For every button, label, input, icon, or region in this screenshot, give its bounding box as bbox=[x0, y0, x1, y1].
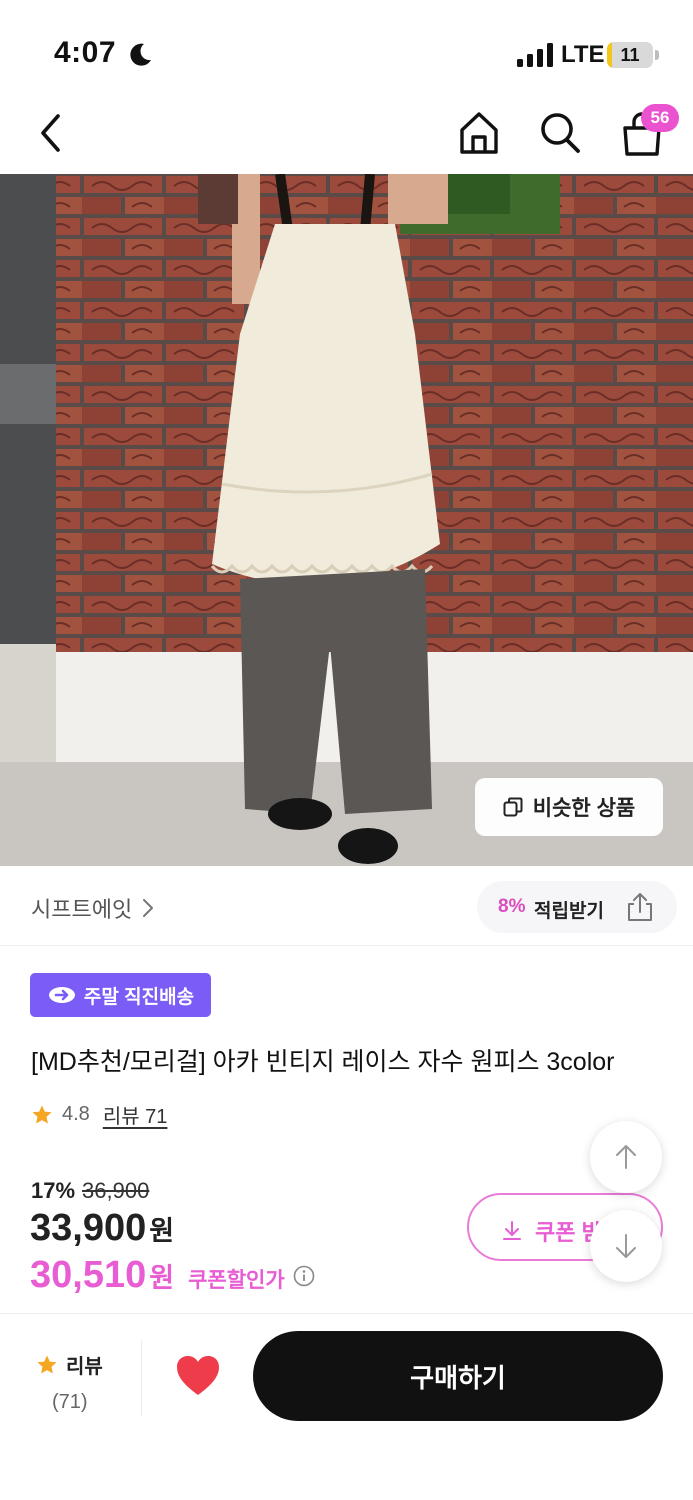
status-time: 4:07 bbox=[54, 36, 117, 69]
product-image[interactable] bbox=[0, 174, 693, 866]
points-label: 적립받기 bbox=[534, 901, 604, 922]
sale-price-unit: 원 bbox=[149, 1216, 175, 1246]
points-pill[interactable]: 8% 적립받기 bbox=[477, 881, 677, 933]
star-icon bbox=[37, 1355, 57, 1373]
rating-score: 4.8 bbox=[62, 1103, 90, 1125]
chevron-right-icon bbox=[143, 899, 154, 917]
download-icon bbox=[503, 1221, 521, 1240]
delivery-arrow-icon bbox=[48, 987, 75, 1003]
brand-link[interactable]: 시프트에잇 bbox=[31, 892, 154, 924]
original-price: 36,900 bbox=[82, 1178, 150, 1203]
rating-row: 4.8 리뷰 71 bbox=[31, 1100, 167, 1129]
moon-icon bbox=[130, 43, 151, 66]
review-tab-count: (71) bbox=[52, 1391, 88, 1413]
coupon-price-label: 쿠폰할인가 bbox=[188, 1269, 285, 1292]
share-icon[interactable] bbox=[625, 892, 655, 922]
network-type: LTE bbox=[561, 41, 605, 68]
info-icon[interactable] bbox=[293, 1265, 315, 1287]
top-nav bbox=[0, 100, 693, 174]
home-icon[interactable] bbox=[458, 110, 500, 156]
brand-row: 시프트에잇 8% 적립받기 bbox=[0, 866, 693, 946]
status-bar: 4:07 LTE 11 bbox=[0, 0, 693, 100]
review-tab-label: 리뷰 bbox=[66, 1356, 103, 1378]
heart-icon[interactable] bbox=[175, 1354, 221, 1398]
back-arrow-icon[interactable] bbox=[34, 112, 68, 154]
delivery-badge-label: 주말 직진배송 bbox=[83, 986, 195, 1008]
battery-level: 11 bbox=[620, 45, 640, 65]
signal-icon bbox=[517, 43, 553, 67]
battery-icon: 11 bbox=[607, 42, 659, 68]
discount-percent: 17% bbox=[31, 1178, 76, 1203]
discount-line: 17% 36,900 bbox=[31, 1178, 149, 1204]
arrow-up-icon bbox=[616, 1145, 636, 1169]
copy-icon bbox=[503, 797, 523, 817]
cart-count-badge: 56 bbox=[641, 104, 679, 132]
product-title: [MD추천/모리걸] 아카 빈티지 레이스 자수 원피스 3color bbox=[31, 1048, 615, 1076]
product-photo bbox=[0, 174, 693, 866]
sale-price-value: 33,900 bbox=[30, 1207, 147, 1249]
bottom-action-bar: 리뷰 (71) 구매하기 bbox=[0, 1313, 693, 1500]
search-icon[interactable] bbox=[539, 111, 581, 155]
brand-name: 시프트에잇 bbox=[31, 897, 133, 922]
divider bbox=[141, 1340, 142, 1416]
scroll-bottom-button[interactable] bbox=[590, 1210, 662, 1282]
delivery-badge: 주말 직진배송 bbox=[30, 973, 211, 1017]
buy-button[interactable]: 구매하기 bbox=[253, 1331, 663, 1421]
similar-products-label: 비슷한 상품 bbox=[532, 797, 636, 820]
similar-products-button[interactable]: 비슷한 상품 bbox=[475, 778, 663, 836]
points-percent: 8% bbox=[498, 896, 526, 917]
coupon-price: 30,510 원 쿠폰할인가 bbox=[30, 1254, 315, 1297]
coupon-price-value: 30,510 bbox=[30, 1254, 147, 1296]
sale-price: 33,900 원 bbox=[30, 1207, 174, 1250]
review-tab[interactable]: 리뷰 (71) bbox=[36, 1350, 116, 1414]
review-link[interactable]: 리뷰 71 bbox=[103, 1100, 168, 1129]
scroll-top-button[interactable] bbox=[590, 1121, 662, 1193]
star-icon bbox=[32, 1105, 52, 1123]
arrow-down-icon bbox=[616, 1234, 636, 1258]
coupon-price-unit: 원 bbox=[149, 1263, 175, 1293]
